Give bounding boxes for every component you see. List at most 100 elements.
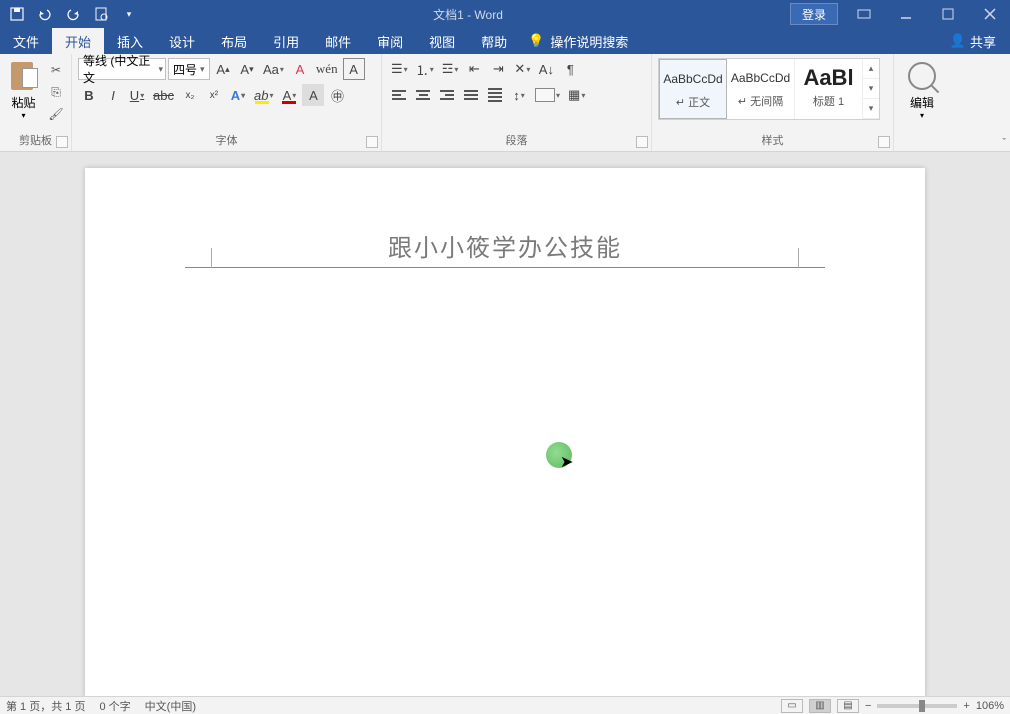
title-bar: ▾ 文档1 - Word 登录 [0, 0, 1010, 28]
borders-button[interactable]: ▦▾ [565, 84, 588, 106]
cursor-indicator: ➤ [546, 442, 572, 468]
tab-file[interactable]: 文件 [0, 28, 52, 54]
numbering-button[interactable]: ⒈▾ [413, 58, 437, 80]
cut-icon[interactable]: ✂ [47, 62, 65, 78]
gallery-down-icon[interactable]: ▾ [863, 79, 879, 99]
tell-me-search[interactable]: 💡 操作说明搜索 [528, 28, 628, 54]
align-left-button[interactable] [388, 84, 410, 106]
format-painter-icon[interactable]: 🖌 [47, 106, 65, 122]
align-right-button[interactable] [436, 84, 458, 106]
strikethrough-button[interactable]: abc [150, 84, 177, 106]
close-icon[interactable] [970, 0, 1010, 28]
distribute-button[interactable] [484, 84, 506, 106]
tab-mailings[interactable]: 邮件 [312, 28, 364, 54]
quick-access-toolbar: ▾ [0, 5, 146, 23]
text-effects-button[interactable]: A▾ [227, 84, 249, 106]
font-color-button[interactable]: A▾ [278, 84, 300, 106]
page-header[interactable]: 跟小小筱学办公技能 [185, 228, 825, 268]
align-center-button[interactable] [412, 84, 434, 106]
subscript-button[interactable]: x₂ [179, 84, 201, 106]
sort-button[interactable]: A↓ [535, 58, 557, 80]
find-button[interactable]: 编辑 ▾ [900, 58, 944, 120]
italic-button[interactable]: I [102, 84, 124, 106]
clipboard-launcher[interactable] [56, 136, 68, 148]
paste-label: 粘贴 [6, 94, 41, 111]
find-icon [908, 62, 936, 90]
bullets-button[interactable]: ☰▾ [388, 58, 411, 80]
style-heading1[interactable]: AaBl 标题 1 [795, 59, 863, 119]
page[interactable]: 跟小小筱学办公技能 [85, 168, 925, 696]
text-direction-button[interactable]: ✕▾ [511, 58, 533, 80]
tab-home[interactable]: 开始 [52, 28, 104, 54]
shrink-font-icon[interactable]: A▾ [236, 58, 258, 80]
font-size-combo[interactable]: 四号▾ [168, 58, 210, 80]
underline-button[interactable]: U▾ [126, 84, 148, 106]
increase-indent-button[interactable]: ⇥ [487, 58, 509, 80]
highlight-button[interactable]: ab▾ [251, 84, 276, 106]
tab-layout[interactable]: 布局 [208, 28, 260, 54]
change-case-icon[interactable]: Aa▾ [260, 58, 287, 80]
zoom-slider[interactable] [877, 704, 957, 708]
superscript-button[interactable]: x² [203, 84, 225, 106]
tab-references[interactable]: 引用 [260, 28, 312, 54]
shading-button[interactable]: ▾ [532, 84, 563, 106]
share-button[interactable]: 👤 共享 [936, 28, 1010, 54]
language-status[interactable]: 中文(中国) [145, 698, 196, 714]
minimize-icon[interactable] [886, 0, 926, 28]
styles-launcher[interactable] [878, 136, 890, 148]
qat-more-icon[interactable]: ▾ [120, 5, 138, 23]
tab-view[interactable]: 视图 [416, 28, 468, 54]
character-shading-icon[interactable]: A [302, 84, 324, 106]
save-icon[interactable] [8, 5, 26, 23]
tab-help[interactable]: 帮助 [468, 28, 520, 54]
character-border-icon[interactable]: A [343, 58, 365, 80]
zoom-level[interactable]: 106% [976, 700, 1004, 712]
zoom-out-button[interactable]: − [865, 700, 871, 712]
gallery-up-icon[interactable]: ▴ [863, 59, 879, 79]
share-icon: 👤 [950, 33, 966, 49]
copy-icon[interactable]: ⎘ [47, 84, 65, 100]
header-text[interactable]: 跟小小筱学办公技能 [185, 228, 825, 267]
login-button[interactable]: 登录 [790, 3, 838, 25]
font-name-combo[interactable]: 等线 (中文正文▾ [78, 58, 166, 80]
tab-design[interactable]: 设计 [156, 28, 208, 54]
phonetic-guide-icon[interactable]: A [289, 58, 311, 80]
enclose-char-icon[interactable]: ㊥ [326, 84, 348, 106]
clear-format-icon[interactable]: wén [313, 58, 341, 80]
paste-button[interactable]: 粘贴 ▾ [6, 58, 41, 120]
document-area[interactable]: 跟小小筱学办公技能 [0, 152, 1010, 696]
paragraph-launcher[interactable] [636, 136, 648, 148]
group-editing: 编辑 ▾ [894, 54, 950, 151]
undo-icon[interactable] [36, 5, 54, 23]
ribbon-display-icon[interactable] [844, 0, 884, 28]
multilevel-button[interactable]: ☲▾ [439, 58, 462, 80]
document-title: 文档1 - Word [146, 6, 790, 23]
print-preview-icon[interactable] [92, 5, 110, 23]
tab-review[interactable]: 审阅 [364, 28, 416, 54]
decrease-indent-button[interactable]: ⇤ [463, 58, 485, 80]
share-label: 共享 [970, 32, 996, 51]
web-layout-icon[interactable]: ▤ [837, 699, 859, 713]
word-count[interactable]: 0 个字 [99, 698, 130, 714]
gallery-more-icon[interactable]: ▾ [863, 99, 879, 119]
style-no-spacing[interactable]: AaBbCcDd ↵ 无间隔 [727, 59, 795, 119]
font-launcher[interactable] [366, 136, 378, 148]
read-mode-icon[interactable]: ▭ [781, 699, 803, 713]
window-controls: 登录 [790, 0, 1010, 28]
bold-button[interactable]: B [78, 84, 100, 106]
group-font: 等线 (中文正文▾ 四号▾ A▴ A▾ Aa▾ A wén A B I U▾ a… [72, 54, 382, 151]
grow-font-icon[interactable]: A▴ [212, 58, 234, 80]
group-clipboard: 粘贴 ▾ ✂ ⎘ 🖌 剪贴板 [0, 54, 72, 151]
justify-button[interactable] [460, 84, 482, 106]
line-spacing-button[interactable]: ↕▾ [508, 84, 530, 106]
show-marks-button[interactable]: ¶ [559, 58, 581, 80]
zoom-in-button[interactable]: + [963, 700, 969, 712]
page-count[interactable]: 第 1 页，共 1 页 [6, 698, 85, 714]
redo-icon[interactable] [64, 5, 82, 23]
style-normal[interactable]: AaBbCcDd ↵ 正文 [659, 59, 727, 119]
print-layout-icon[interactable]: ▥ [809, 699, 831, 713]
tab-insert[interactable]: 插入 [104, 28, 156, 54]
collapse-ribbon-icon[interactable]: ˇ [1002, 137, 1006, 149]
font-group-label: 字体 [78, 132, 375, 151]
maximize-icon[interactable] [928, 0, 968, 28]
